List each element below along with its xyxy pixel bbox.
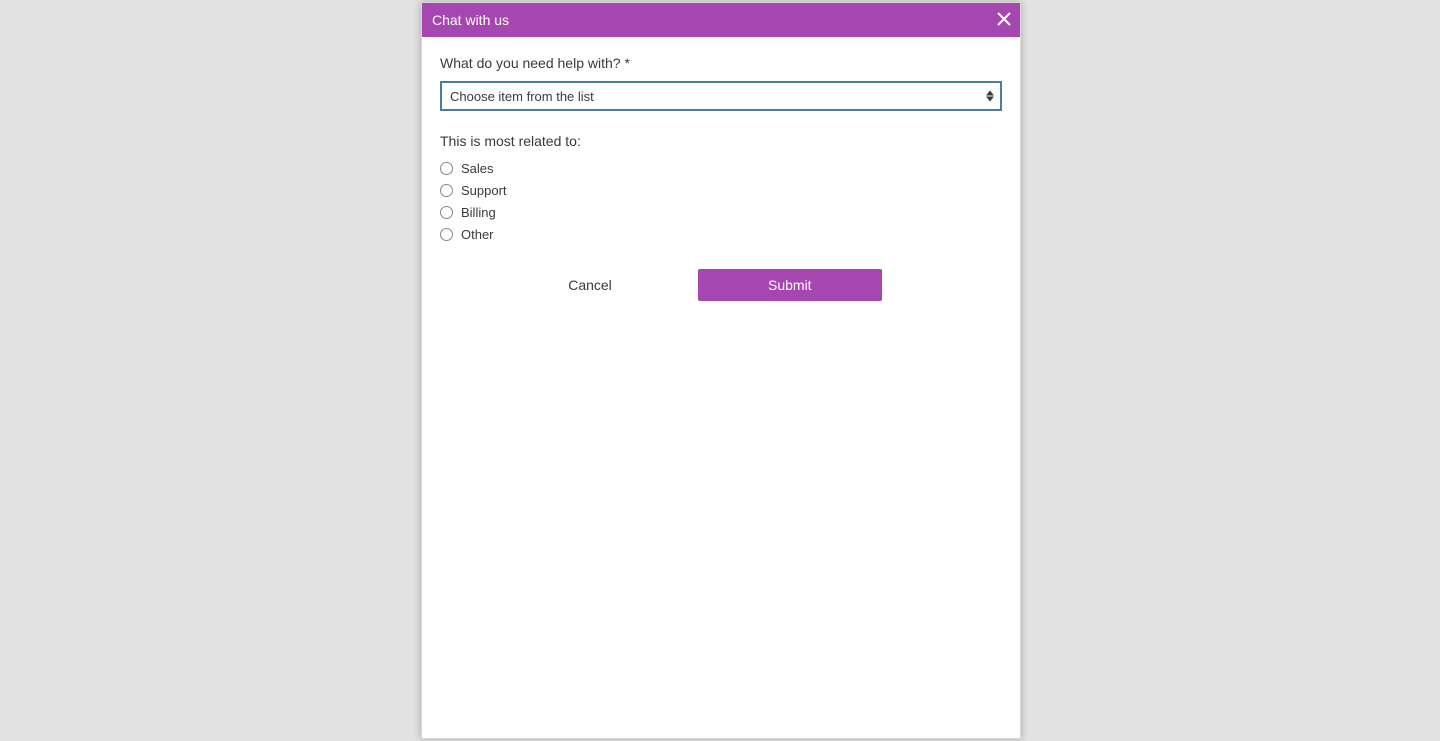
- chat-title: Chat with us: [426, 12, 994, 28]
- radio-label: Billing: [461, 205, 496, 220]
- cancel-button[interactable]: Cancel: [560, 269, 620, 301]
- help-with-select[interactable]: Choose item from the list: [440, 81, 1002, 111]
- chat-header: Chat with us: [422, 3, 1020, 37]
- help-with-select-wrapper: Choose item from the list: [440, 81, 1002, 111]
- radio-item-billing[interactable]: Billing: [440, 201, 1002, 223]
- button-row: Cancel Submit: [440, 269, 1002, 301]
- radio-label: Other: [461, 227, 494, 242]
- radio-input-support[interactable]: [440, 184, 453, 197]
- radio-label: Sales: [461, 161, 494, 176]
- radio-label: Support: [461, 183, 507, 198]
- chat-window: Chat with us What do you need help with?…: [421, 2, 1021, 739]
- submit-button[interactable]: Submit: [698, 269, 882, 301]
- related-to-group: This is most related to: Sales Support B…: [440, 133, 1002, 245]
- radio-input-sales[interactable]: [440, 162, 453, 175]
- related-to-radio-group: Sales Support Billing Other: [440, 157, 1002, 245]
- help-with-label: What do you need help with? *: [440, 55, 1002, 71]
- radio-item-support[interactable]: Support: [440, 179, 1002, 201]
- close-button[interactable]: [994, 10, 1014, 30]
- radio-input-other[interactable]: [440, 228, 453, 241]
- radio-input-billing[interactable]: [440, 206, 453, 219]
- close-icon: [997, 12, 1011, 29]
- help-with-group: What do you need help with? * Choose ite…: [440, 55, 1002, 111]
- chat-body: What do you need help with? * Choose ite…: [422, 37, 1020, 738]
- related-to-label: This is most related to:: [440, 133, 1002, 149]
- radio-item-other[interactable]: Other: [440, 223, 1002, 245]
- radio-item-sales[interactable]: Sales: [440, 157, 1002, 179]
